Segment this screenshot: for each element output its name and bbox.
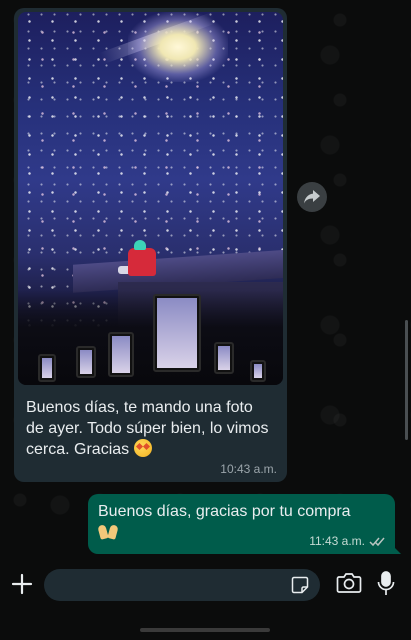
incoming-message-meta: 10:43 a.m.	[220, 462, 277, 476]
scrollbar[interactable]	[405, 320, 408, 440]
message-composer	[0, 558, 411, 640]
message-input-container[interactable]	[44, 569, 320, 601]
incoming-message-text: Buenos días, te mando una foto de ayer. …	[18, 385, 283, 460]
sticker-icon	[291, 576, 309, 594]
raising-hands-emoji	[97, 523, 119, 541]
crowd-phone	[214, 342, 234, 374]
home-indicator	[140, 628, 270, 632]
crowd-phone	[250, 360, 266, 382]
star-struck-emoji	[133, 439, 152, 457]
performer	[118, 240, 158, 278]
crowd	[18, 290, 283, 385]
crowd-phone	[108, 332, 134, 377]
camera-icon	[336, 573, 362, 593]
incoming-message[interactable]: Buenos días, te mando una foto de ayer. …	[14, 8, 287, 482]
concert-photo[interactable]	[18, 12, 283, 385]
microphone-button[interactable]	[376, 570, 396, 598]
outgoing-timestamp: 11:43 a.m.	[309, 534, 365, 548]
outgoing-text: Buenos días, gracias por tu compra	[98, 503, 351, 520]
message-input[interactable]	[58, 576, 280, 594]
outgoing-message-meta: 11:43 a.m.	[309, 534, 385, 548]
incoming-timestamp: 10:43 a.m.	[220, 462, 277, 476]
crowd-phone	[76, 346, 96, 378]
forward-button[interactable]	[297, 182, 327, 212]
spotlight	[128, 12, 228, 82]
camera-button[interactable]	[336, 572, 362, 596]
forward-icon	[304, 190, 320, 204]
attach-button[interactable]	[8, 570, 36, 598]
outgoing-message[interactable]: Buenos días, gracias por tu compra 11:43…	[88, 494, 401, 554]
microphone-icon	[377, 571, 395, 595]
chat-background: Buenos días, te mando una foto de ayer. …	[0, 0, 411, 558]
plus-icon	[11, 573, 33, 595]
crowd-phone	[153, 294, 201, 372]
crowd-phone	[38, 354, 56, 382]
sticker-button[interactable]	[290, 575, 310, 595]
double-check-icon	[369, 537, 385, 546]
